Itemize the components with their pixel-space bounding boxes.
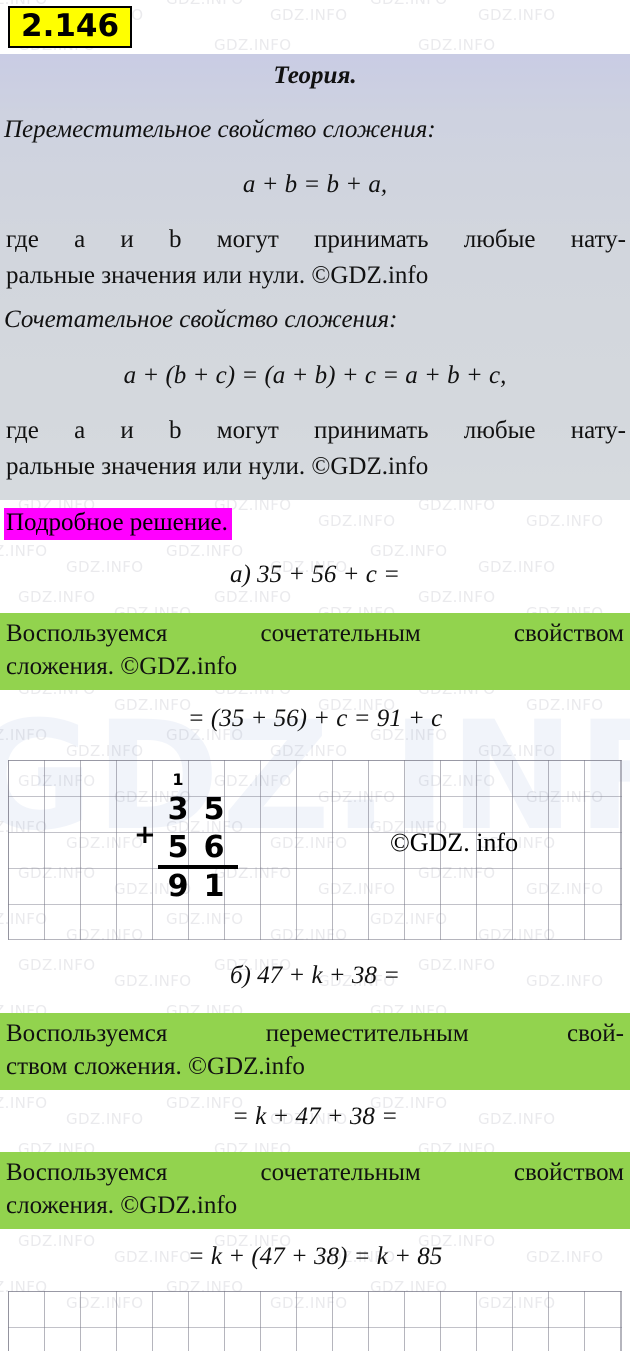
hint-a: Воспользуемся сочетательным свойством сл… (0, 613, 630, 690)
hint-b1-line-1: Воспользуемся переместительным свой- (6, 1020, 624, 1047)
commutative-property-heading: Переместительное свойство сложения: (4, 116, 436, 143)
addend1-ones-digit: 5 (203, 792, 225, 827)
associative-property-formula: a + (b + c) = (a + b) + c = a + b + c, (123, 362, 507, 389)
addend2-ones-digit: 6 (203, 830, 225, 865)
hint-a-line-1: Воспользуемся сочетательным свойством (6, 620, 624, 647)
notebook-grid-bottom (8, 1291, 622, 1351)
part-b-problem: б) 47 + k + 38 = (229, 962, 401, 989)
part-a-result: = (35 + 56) + c = 91 + c (187, 705, 443, 732)
associative-note-line-2: ральные значения или нули. ©GDZ.info (6, 453, 429, 480)
addend1-tens-digit: 3 (167, 792, 189, 827)
theory-panel: Теория. Переместительное свойство сложен… (0, 54, 630, 500)
exercise-number-badge: 2.146 (8, 6, 133, 48)
commutative-note-line-1: где a и b могут принимать любые нату- (6, 226, 626, 253)
column-addition-work: 1 + 3 5 5 6 9 1 ©GDZ. info (8, 760, 622, 940)
part-a-problem: а) 35 + 56 + c = (229, 561, 401, 588)
hint-b1-line-2: ством сложения. ©GDZ.info (6, 1053, 305, 1080)
hint-b2-line-1: Воспользуемся сочетательным свойством (6, 1159, 624, 1186)
plus-sign: + (134, 820, 156, 850)
hint-b2-line-2: сложения. ©GDZ.info (6, 1192, 238, 1219)
grid-copyright-label: ©GDZ. info (390, 828, 519, 857)
notebook-grid-column-addition: 1 + 3 5 5 6 9 1 ©GDZ. info (8, 760, 622, 940)
hint-b-associative: Воспользуемся сочетательным свойством сл… (0, 1152, 630, 1229)
associative-property-heading: Сочетательное свойство сложения: (4, 306, 398, 333)
sum-tens-digit: 9 (167, 869, 189, 904)
sum-ones-digit: 1 (203, 869, 225, 904)
detailed-solution-heading: Подробное решение. (4, 508, 232, 540)
theory-title: Теория. (273, 62, 357, 89)
hint-b-commutative: Воспользуемся переместительным свой- ств… (0, 1013, 630, 1090)
carry-digit: 1 (172, 770, 184, 789)
page-content: 2.146 Теория. Переместительное свойство … (0, 0, 630, 1351)
commutative-note-line-2: ральные значения или нули. ©GDZ.info (6, 262, 429, 289)
associative-note-line-1: где a и b могут принимать любые нату- (6, 417, 626, 444)
hint-a-line-2: сложения. ©GDZ.info (6, 653, 238, 680)
part-b-result: = k + (47 + 38) = k + 85 (187, 1243, 443, 1270)
grid-border (8, 1291, 622, 1351)
commutative-property-formula: a + b = b + a, (242, 171, 388, 198)
addend2-tens-digit: 5 (167, 830, 189, 865)
part-b-step-1: = k + 47 + 38 = (231, 1103, 399, 1130)
